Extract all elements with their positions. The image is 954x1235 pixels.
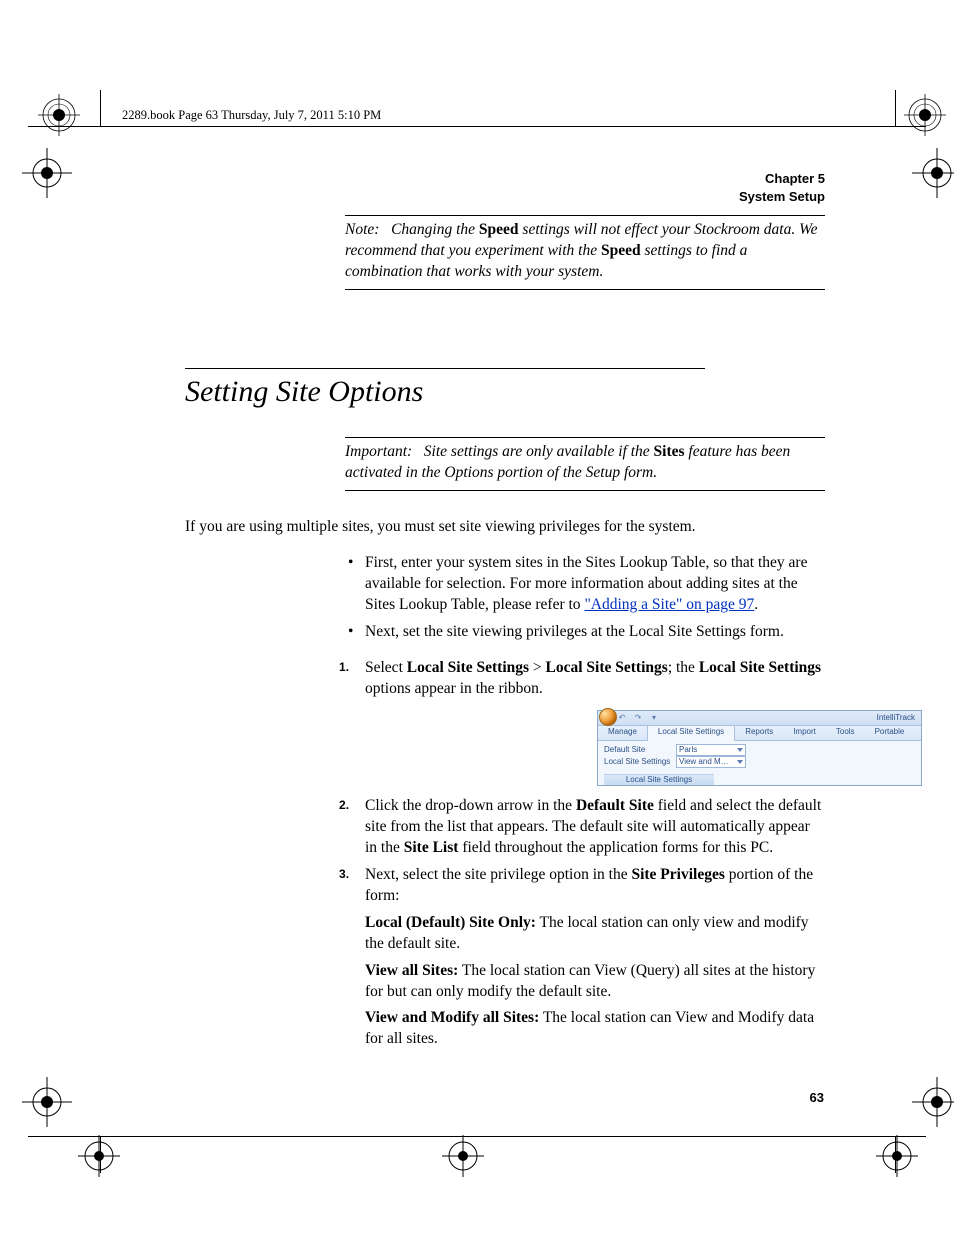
step-list: Select Local Site Settings > Local Site … xyxy=(345,658,825,1050)
crop-line xyxy=(895,90,896,126)
step-item: Next, select the site privilege option i… xyxy=(345,865,825,1050)
reg-mark-icon xyxy=(442,1135,484,1177)
default-site-combo: Parls xyxy=(676,744,746,756)
reg-mark-icon xyxy=(912,148,954,198)
step-item: Click the drop-down arrow in the Default… xyxy=(345,796,825,859)
intro-paragraph: If you are using multiple sites, you mus… xyxy=(185,517,825,538)
ribbon-tab: Import xyxy=(783,726,826,740)
note-block: Note: Changing the Speed settings will n… xyxy=(345,215,825,290)
reg-mark-icon xyxy=(912,1077,954,1127)
chapter-title: System Setup xyxy=(185,188,825,206)
page: 2289.book Page 63 Thursday, July 7, 2011… xyxy=(0,0,954,1235)
important-label: Important: xyxy=(345,443,412,460)
section-rule xyxy=(185,368,705,369)
ribbon-tabs: Manage Local Site Settings Reports Impor… xyxy=(598,726,921,741)
crop-line xyxy=(100,90,101,126)
step-item: Select Local Site Settings > Local Site … xyxy=(345,658,825,786)
field-label: Default Site xyxy=(604,746,672,754)
redo-icon: ↷ xyxy=(630,714,646,722)
bullet-item: First, enter your system sites in the Si… xyxy=(345,553,825,616)
section-title: Setting Site Options xyxy=(185,375,825,409)
crop-line xyxy=(28,126,926,127)
reg-mark-icon xyxy=(38,94,80,136)
page-content: Chapter 5 System Setup Note: Changing th… xyxy=(185,170,825,1056)
field-label: Local Site Settings xyxy=(604,758,672,766)
running-head: Chapter 5 System Setup xyxy=(185,170,825,205)
crop-header: 2289.book Page 63 Thursday, July 7, 2011… xyxy=(122,108,381,123)
ribbon-tab: Reports xyxy=(735,726,783,740)
crop-line xyxy=(28,1136,926,1137)
app-title: IntelliTrack xyxy=(877,714,921,722)
xref-link[interactable]: "Adding a Site" on page 97 xyxy=(584,596,754,613)
note-label: Note: xyxy=(345,221,379,238)
ribbon-tab: Local Site Settings xyxy=(647,725,735,741)
reg-mark-icon xyxy=(876,1135,918,1177)
bullet-item: Next, set the site viewing privileges at… xyxy=(345,622,825,643)
crop-line xyxy=(100,1137,101,1173)
reg-mark-icon xyxy=(22,1077,72,1127)
chapter-label: Chapter 5 xyxy=(185,170,825,188)
ribbon-group-label: Local Site Settings xyxy=(604,774,714,785)
office-orb-icon xyxy=(598,711,614,725)
ribbon-tab: Manage xyxy=(598,726,647,740)
crop-line xyxy=(895,1137,896,1173)
ribbon-screenshot: ↶ ↷ ▾ IntelliTrack Manage Local Site Set… xyxy=(597,710,922,786)
ribbon-tab: Portable xyxy=(865,726,915,740)
reg-mark-icon xyxy=(22,148,72,198)
ribbon-tab: Tools xyxy=(826,726,865,740)
site-settings-combo: View and M… xyxy=(676,756,746,768)
qat-dropdown-icon: ▾ xyxy=(646,714,662,722)
important-block: Important: Site settings are only availa… xyxy=(345,437,825,491)
page-number: 63 xyxy=(810,1090,824,1105)
reg-mark-icon xyxy=(904,94,946,136)
bullet-list: First, enter your system sites in the Si… xyxy=(345,553,825,643)
reg-mark-icon xyxy=(78,1135,120,1177)
